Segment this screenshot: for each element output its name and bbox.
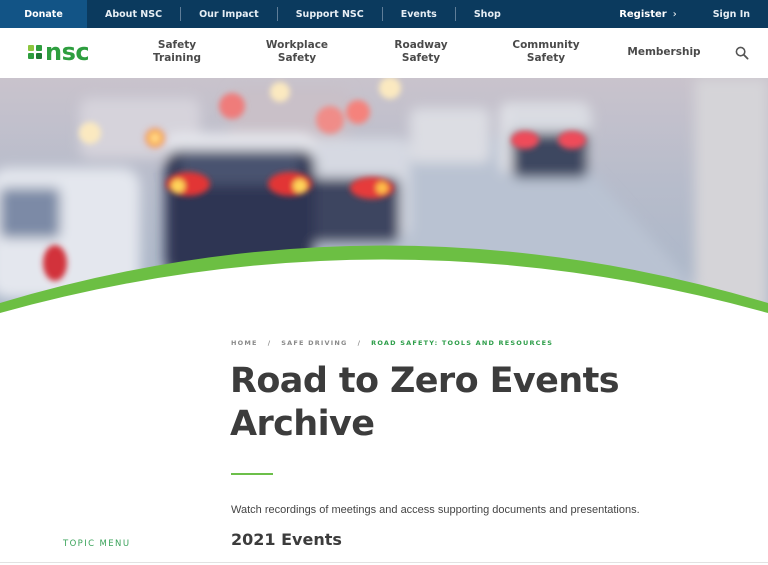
breadcrumb: HOME / SAFE DRIVING / ROAD SAFETY: TOOLS… xyxy=(231,339,553,347)
utility-link-impact[interactable]: Our Impact xyxy=(181,7,277,21)
chevron-right-icon: › xyxy=(672,8,677,20)
logo-mark-icon xyxy=(28,45,42,59)
nav-label: Workplace xyxy=(265,39,329,51)
register-label: Register xyxy=(619,8,667,20)
utility-link-shop[interactable]: Shop xyxy=(456,7,519,21)
nav-label: Safety xyxy=(401,52,441,64)
nav-label: Safety xyxy=(157,39,197,51)
search-icon[interactable] xyxy=(735,45,749,60)
nsc-logo[interactable]: nsc xyxy=(28,38,90,66)
topic-menu-toggle[interactable]: TOPIC MENU xyxy=(63,539,130,549)
page-title-line: Archive xyxy=(230,404,375,444)
utility-link-events[interactable]: Events xyxy=(383,7,455,21)
sign-in-link[interactable]: Sign In xyxy=(713,9,750,20)
nav-label: Community xyxy=(512,39,580,51)
intro-text: Watch recordings of meetings and access … xyxy=(231,504,640,516)
nav-membership[interactable]: Membership xyxy=(626,46,702,59)
divider xyxy=(0,562,768,563)
utility-link-support[interactable]: Support NSC xyxy=(278,7,382,21)
main-nav: nsc Safety Training Workplace Safety Roa… xyxy=(0,28,768,78)
nav-label: Safety xyxy=(526,52,566,64)
breadcrumb-separator: / xyxy=(357,339,362,347)
page-title: Road to Zero Events Archive xyxy=(230,360,650,446)
breadcrumb-safe-driving[interactable]: SAFE DRIVING xyxy=(281,339,347,347)
title-accent-rule xyxy=(231,473,273,475)
hero-image xyxy=(0,78,768,313)
nav-label: Training xyxy=(153,52,201,64)
breadcrumb-separator: / xyxy=(267,339,272,347)
section-heading: 2021 Events xyxy=(231,530,342,549)
hero-traffic-illustration xyxy=(0,78,768,313)
register-link[interactable]: Register › xyxy=(619,9,677,20)
page-title-line: Road to Zero Events xyxy=(230,361,620,401)
utility-links: About NSC Our Impact Support NSC Events … xyxy=(87,0,519,28)
nav-workplace-safety[interactable]: Workplace Safety xyxy=(262,39,332,65)
breadcrumb-home[interactable]: HOME xyxy=(231,339,258,347)
nav-safety-training[interactable]: Safety Training xyxy=(148,39,206,65)
account-links: Register › Sign In xyxy=(619,0,768,28)
utility-link-about[interactable]: About NSC xyxy=(87,7,180,21)
nav-roadway-safety[interactable]: Roadway Safety xyxy=(390,39,452,65)
nav-label: Membership xyxy=(627,46,701,58)
breadcrumb-road-safety[interactable]: ROAD SAFETY: TOOLS AND RESOURCES xyxy=(371,339,553,347)
utility-bar: Donate About NSC Our Impact Support NSC … xyxy=(0,0,768,28)
logo-wordmark: nsc xyxy=(45,38,90,66)
nav-label: Roadway xyxy=(394,39,448,51)
donate-button[interactable]: Donate xyxy=(0,0,87,28)
nav-label: Safety xyxy=(277,52,317,64)
nav-community-safety[interactable]: Community Safety xyxy=(510,39,582,65)
